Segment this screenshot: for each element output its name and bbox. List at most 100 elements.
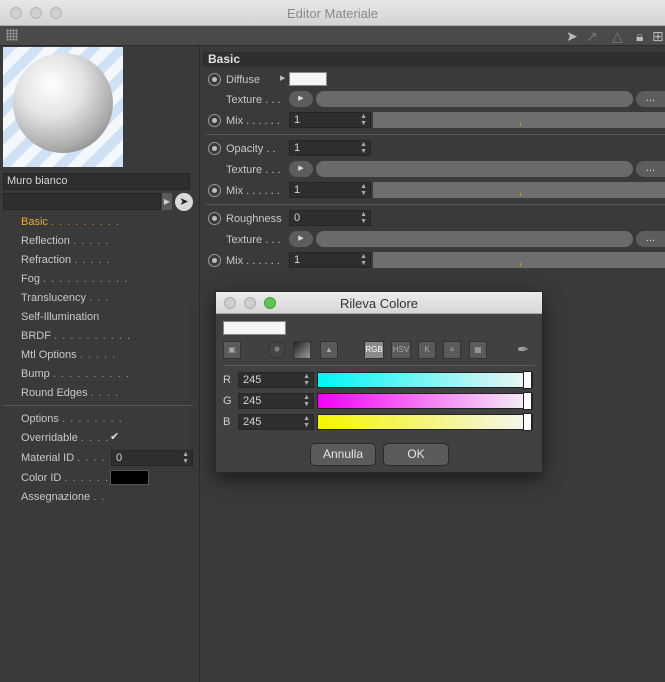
color-id-swatch[interactable] <box>110 470 149 485</box>
diffuse-texture-field[interactable] <box>316 91 633 107</box>
eyedropper-icon[interactable]: ✒ <box>514 341 532 359</box>
opacity-animate-radio[interactable] <box>208 142 221 155</box>
g-channel-field[interactable]: 245 ▲ ▼ <box>238 393 314 409</box>
gradient-square-icon[interactable] <box>293 341 311 359</box>
window-title: Editor Materiale <box>286 6 379 21</box>
g-channel-slider[interactable] <box>317 392 533 410</box>
diffuse-mix-field[interactable]: 1 ▲ ▼ <box>289 112 371 128</box>
b-channel-label: B <box>223 416 231 428</box>
slider-thumb[interactable] <box>523 413 532 431</box>
channel-basic[interactable]: Basic . . . . . . . . . <box>21 214 120 230</box>
roughness-field[interactable]: 0 ▲ ▼ <box>289 210 371 226</box>
slider-thumb[interactable] <box>523 392 532 410</box>
forward-arrow-icon[interactable]: ↗ <box>586 27 598 45</box>
r-channel-label: R <box>223 374 231 386</box>
diffuse-texture-arrow[interactable]: ▶ <box>289 91 313 107</box>
r-channel-field[interactable]: 245 ▲ ▼ <box>238 372 314 388</box>
spinner-icon[interactable]: ▲ ▼ <box>303 373 310 387</box>
material-preview[interactable] <box>3 47 123 167</box>
channel-mtl-options[interactable]: Mtl Options . . . . . <box>21 347 116 363</box>
diffuse-texture-more-button[interactable]: ... <box>636 91 665 107</box>
diffuse-mix-radio[interactable] <box>208 114 221 127</box>
toolbar: ➤ ↗ △ 🔒︎ ⊞ <box>0 26 665 46</box>
roughness-mix-radio[interactable] <box>208 254 221 267</box>
diffuse-animate-radio[interactable] <box>208 73 221 86</box>
color-wheel-mode-icon[interactable]: ▣ <box>223 341 241 359</box>
opacity-mix-radio[interactable] <box>208 184 221 197</box>
channel-reflection[interactable]: Reflection . . . . . <box>21 233 110 249</box>
b-channel-slider[interactable] <box>317 413 533 431</box>
spectrum-wheel-icon[interactable]: ✵ <box>268 341 286 359</box>
g-channel-label: G <box>223 395 232 407</box>
ok-button[interactable]: OK <box>383 443 449 466</box>
slider-thumb[interactable] <box>523 371 532 389</box>
spinner-icon[interactable]: ▲ ▼ <box>360 183 367 197</box>
rgb-mode-button[interactable]: RGB <box>364 341 384 359</box>
channel-translucency[interactable]: Translucency . . . <box>21 290 109 306</box>
kelvin-mode-button[interactable]: K <box>418 341 436 359</box>
cancel-button[interactable]: Annulla <box>310 443 376 466</box>
roughness-texture-more-button[interactable]: ... <box>636 231 665 247</box>
hsv-mode-button[interactable]: HSV <box>391 341 411 359</box>
option-overridable: Overridable . . . . <box>21 432 110 444</box>
option-material-id: Material ID . . . . . <box>21 452 114 464</box>
window-titlebar: Editor Materiale <box>0 0 665 26</box>
opacity-texture-label: Texture . . . <box>226 164 281 176</box>
pick-cursor-icon[interactable]: ➤ <box>175 193 193 211</box>
channel-fog[interactable]: Fog . . . . . . . . . . . <box>21 271 128 287</box>
image-picker-icon[interactable]: ▲ <box>320 341 338 359</box>
option-color-id: Color ID . . . . . . . <box>21 472 118 484</box>
layer-menu-arrow[interactable]: ▶ <box>162 193 172 210</box>
new-panel-icon[interactable]: ⊞ <box>652 27 664 45</box>
layer-field[interactable] <box>3 193 161 210</box>
spinner-icon[interactable]: ▲ ▼ <box>182 451 189 465</box>
roughness-texture-field[interactable] <box>316 231 633 247</box>
channel-bump[interactable]: Bump . . . . . . . . . . <box>21 366 130 382</box>
material-id-field[interactable]: 0 ▲ ▼ <box>111 450 193 466</box>
roughness-mix-field[interactable]: 1 ▲ ▼ <box>289 252 371 268</box>
option-options[interactable]: Options . . . . . . . . <box>21 411 123 427</box>
expand-arrow-icon[interactable]: ▶ <box>280 74 285 82</box>
overridable-checkbox[interactable]: ✔ <box>110 431 122 443</box>
roughness-animate-radio[interactable] <box>208 212 221 225</box>
material-name-field[interactable]: Muro bianco <box>3 173 190 190</box>
opacity-texture-more-button[interactable]: ... <box>636 161 665 177</box>
lock-icon[interactable]: 🔒︎ <box>636 27 643 45</box>
channel-brdf[interactable]: BRDF . . . . . . . . . . <box>21 328 131 344</box>
spinner-icon[interactable]: ▲ ▼ <box>360 141 367 155</box>
current-color-swatch <box>223 321 286 335</box>
spinner-icon[interactable]: ▲ ▼ <box>360 113 367 127</box>
opacity-mix-field[interactable]: 1 ▲ ▼ <box>289 182 371 198</box>
spinner-icon[interactable]: ▲ ▼ <box>360 253 367 267</box>
opacity-field[interactable]: 1 ▲ ▼ <box>289 140 371 156</box>
spinner-icon[interactable]: ▲ ▼ <box>303 415 310 429</box>
mixer-icon[interactable]: ≡ <box>443 341 461 359</box>
channel-self-illumination[interactable]: Self-Illumination <box>21 309 99 325</box>
opacity-texture-field[interactable] <box>316 161 633 177</box>
diffuse-label: Diffuse <box>226 74 261 86</box>
up-arrow-icon[interactable]: △ <box>612 27 623 45</box>
opacity-texture-arrow[interactable]: ▶ <box>289 161 313 177</box>
spinner-icon[interactable]: ▲ ▼ <box>360 211 367 225</box>
group-separator <box>205 134 665 135</box>
spinner-icon[interactable]: ▲ ▼ <box>303 394 310 408</box>
opacity-label: Opacity . . <box>226 143 276 155</box>
roughness-mix-slider[interactable] <box>373 252 665 268</box>
swatches-icon[interactable]: ▦ <box>469 341 487 359</box>
roughness-texture-arrow[interactable]: ▶ <box>289 231 313 247</box>
back-arrow-icon[interactable]: ➤ <box>566 27 578 45</box>
diffuse-mix-slider[interactable] <box>373 112 665 128</box>
dialog-separator <box>223 365 535 366</box>
section-header-basic: Basic <box>203 52 665 67</box>
r-channel-slider[interactable] <box>317 371 533 389</box>
roughness-mix-label: Mix . . . . . . <box>226 255 280 267</box>
diffuse-color-swatch[interactable] <box>289 72 327 86</box>
channel-round-edges[interactable]: Round Edges . . . . <box>21 385 119 401</box>
b-channel-field[interactable]: 245 ▲ ▼ <box>238 414 314 430</box>
option-assegnazione[interactable]: Assegnazione . . <box>21 489 105 505</box>
group-separator <box>205 204 665 205</box>
channel-refraction[interactable]: Refraction . . . . . <box>21 252 111 268</box>
channel-separator <box>3 405 193 406</box>
grip-icon[interactable] <box>6 29 18 41</box>
opacity-mix-slider[interactable] <box>373 182 665 198</box>
